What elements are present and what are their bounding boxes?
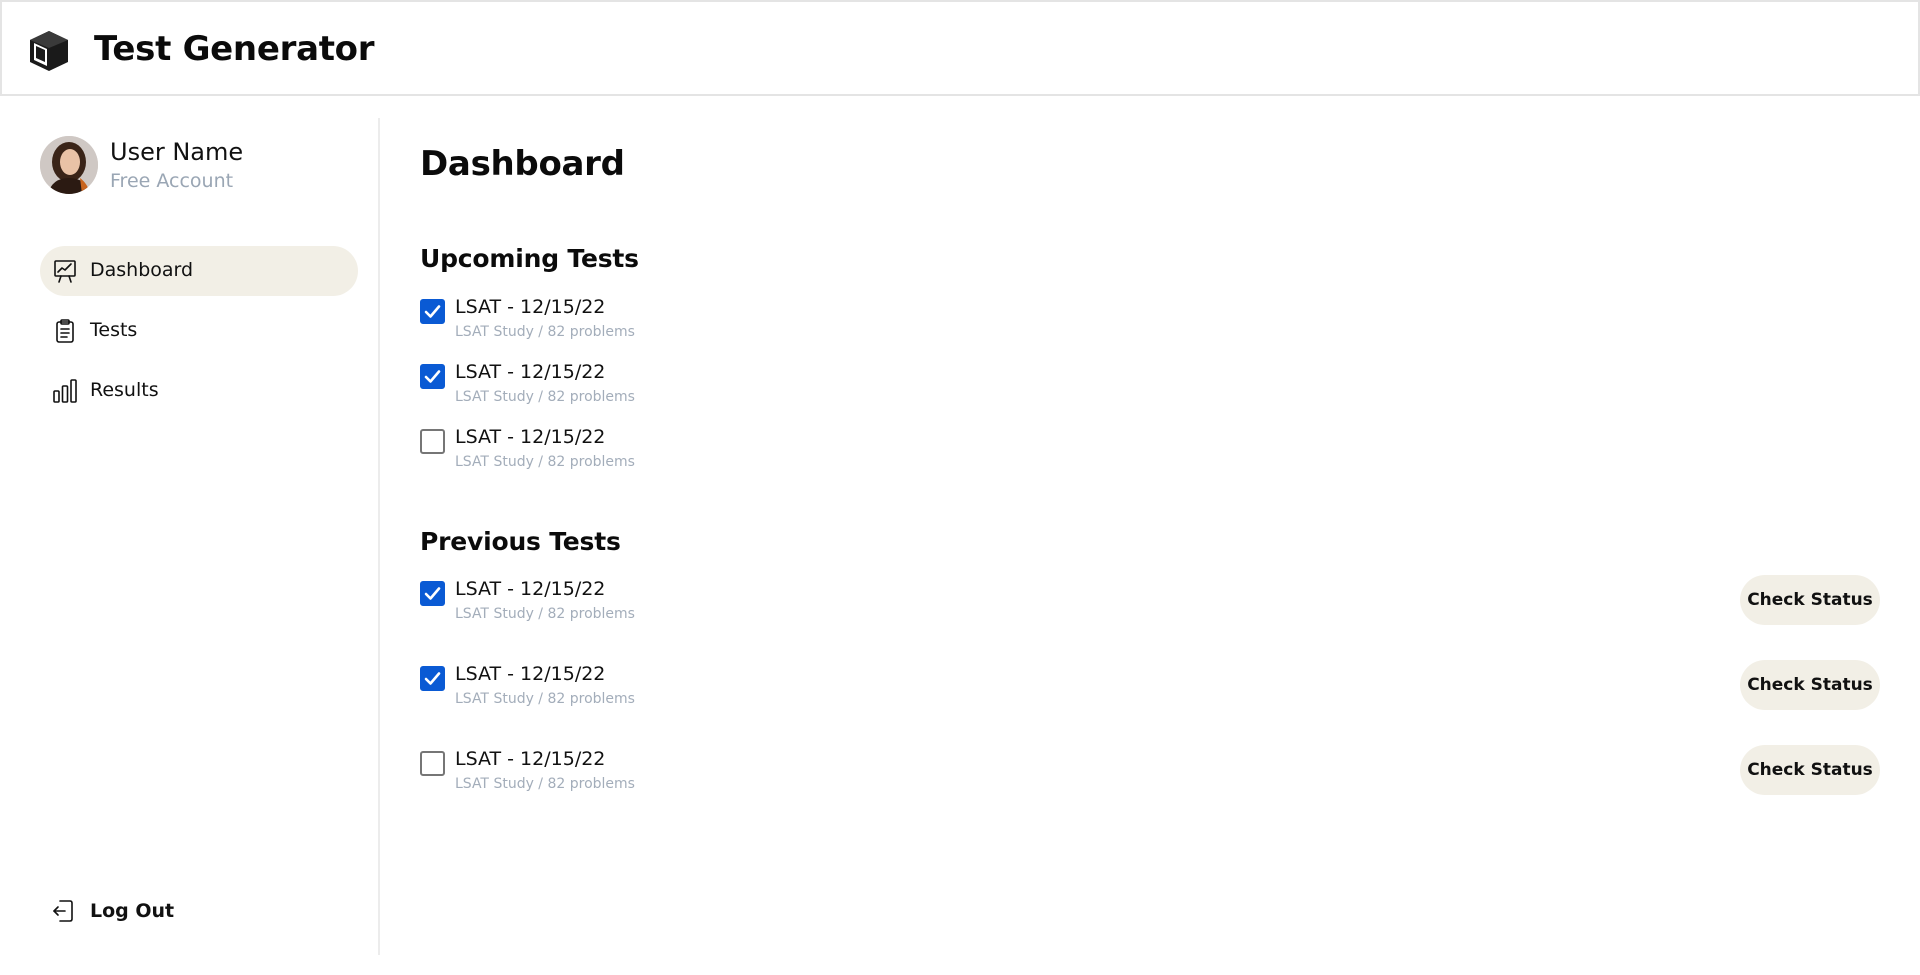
avatar-photo [40, 136, 98, 194]
test-checkbox[interactable] [420, 751, 445, 776]
check-status-button[interactable]: Check Status [1740, 575, 1880, 625]
test-checkbox[interactable] [420, 666, 445, 691]
upcoming-test-row: LSAT - 12/15/22 LSAT Study / 82 problems [420, 296, 1880, 356]
test-title: LSAT - 12/15/22 [455, 663, 606, 685]
sidebar-item-label: Dashboard [90, 259, 194, 281]
logout-icon [53, 900, 73, 922]
test-subtitle: LSAT Study / 82 problems [455, 606, 635, 622]
test-subtitle: LSAT Study / 82 problems [455, 776, 635, 792]
sidebar-item-tests[interactable]: Tests [40, 306, 358, 356]
logout-button[interactable]: Log Out [40, 892, 240, 932]
test-subtitle: LSAT Study / 82 problems [455, 691, 635, 707]
test-checkbox[interactable] [420, 364, 445, 389]
cube-icon[interactable] [26, 28, 72, 74]
upcoming-tests-heading: Upcoming Tests [420, 244, 639, 273]
user-plan: Free Account [110, 170, 234, 192]
test-subtitle: LSAT Study / 82 problems [455, 324, 635, 340]
test-checkbox[interactable] [420, 429, 445, 454]
sidebar-item-label: Tests [90, 319, 138, 341]
test-title: LSAT - 12/15/22 [455, 296, 606, 318]
clipboard-icon [56, 319, 74, 343]
test-title: LSAT - 12/15/22 [455, 748, 606, 770]
sidebar-item-label: Results [90, 379, 159, 401]
test-title: LSAT - 12/15/22 [455, 578, 606, 600]
page-title: Dashboard [420, 144, 625, 184]
test-subtitle: LSAT Study / 82 problems [455, 454, 635, 470]
test-checkbox[interactable] [420, 299, 445, 324]
app-header: Test Generator [0, 0, 1920, 96]
check-status-button[interactable]: Check Status [1740, 745, 1880, 795]
presentation-chart-icon [54, 260, 76, 283]
sidebar-item-results[interactable]: Results [40, 366, 358, 416]
bar-chart-icon [53, 379, 77, 403]
check-status-button[interactable]: Check Status [1740, 660, 1880, 710]
logout-label: Log Out [90, 900, 175, 922]
previous-test-row: LSAT - 12/15/22 LSAT Study / 82 problems… [420, 660, 1880, 723]
previous-test-row: LSAT - 12/15/22 LSAT Study / 82 problems… [420, 575, 1880, 638]
upcoming-test-row: LSAT - 12/15/22 LSAT Study / 82 problems [420, 361, 1880, 421]
app-title: Test Generator [94, 29, 375, 69]
test-title: LSAT - 12/15/22 [455, 426, 606, 448]
upcoming-test-row: LSAT - 12/15/22 LSAT Study / 82 problems [420, 426, 1880, 486]
test-subtitle: LSAT Study / 82 problems [455, 389, 635, 405]
test-checkbox[interactable] [420, 581, 445, 606]
previous-tests-heading: Previous Tests [420, 527, 621, 556]
user-name: User Name [110, 138, 244, 166]
previous-test-row: LSAT - 12/15/22 LSAT Study / 82 problems… [420, 745, 1880, 808]
sidebar: User Name Free Account Dashboard Tests R… [0, 118, 380, 955]
sidebar-item-dashboard[interactable]: Dashboard [40, 246, 358, 296]
test-title: LSAT - 12/15/22 [455, 361, 606, 383]
main-content: Dashboard Upcoming Tests LSAT - 12/15/22… [420, 118, 1900, 955]
avatar[interactable] [40, 136, 98, 194]
